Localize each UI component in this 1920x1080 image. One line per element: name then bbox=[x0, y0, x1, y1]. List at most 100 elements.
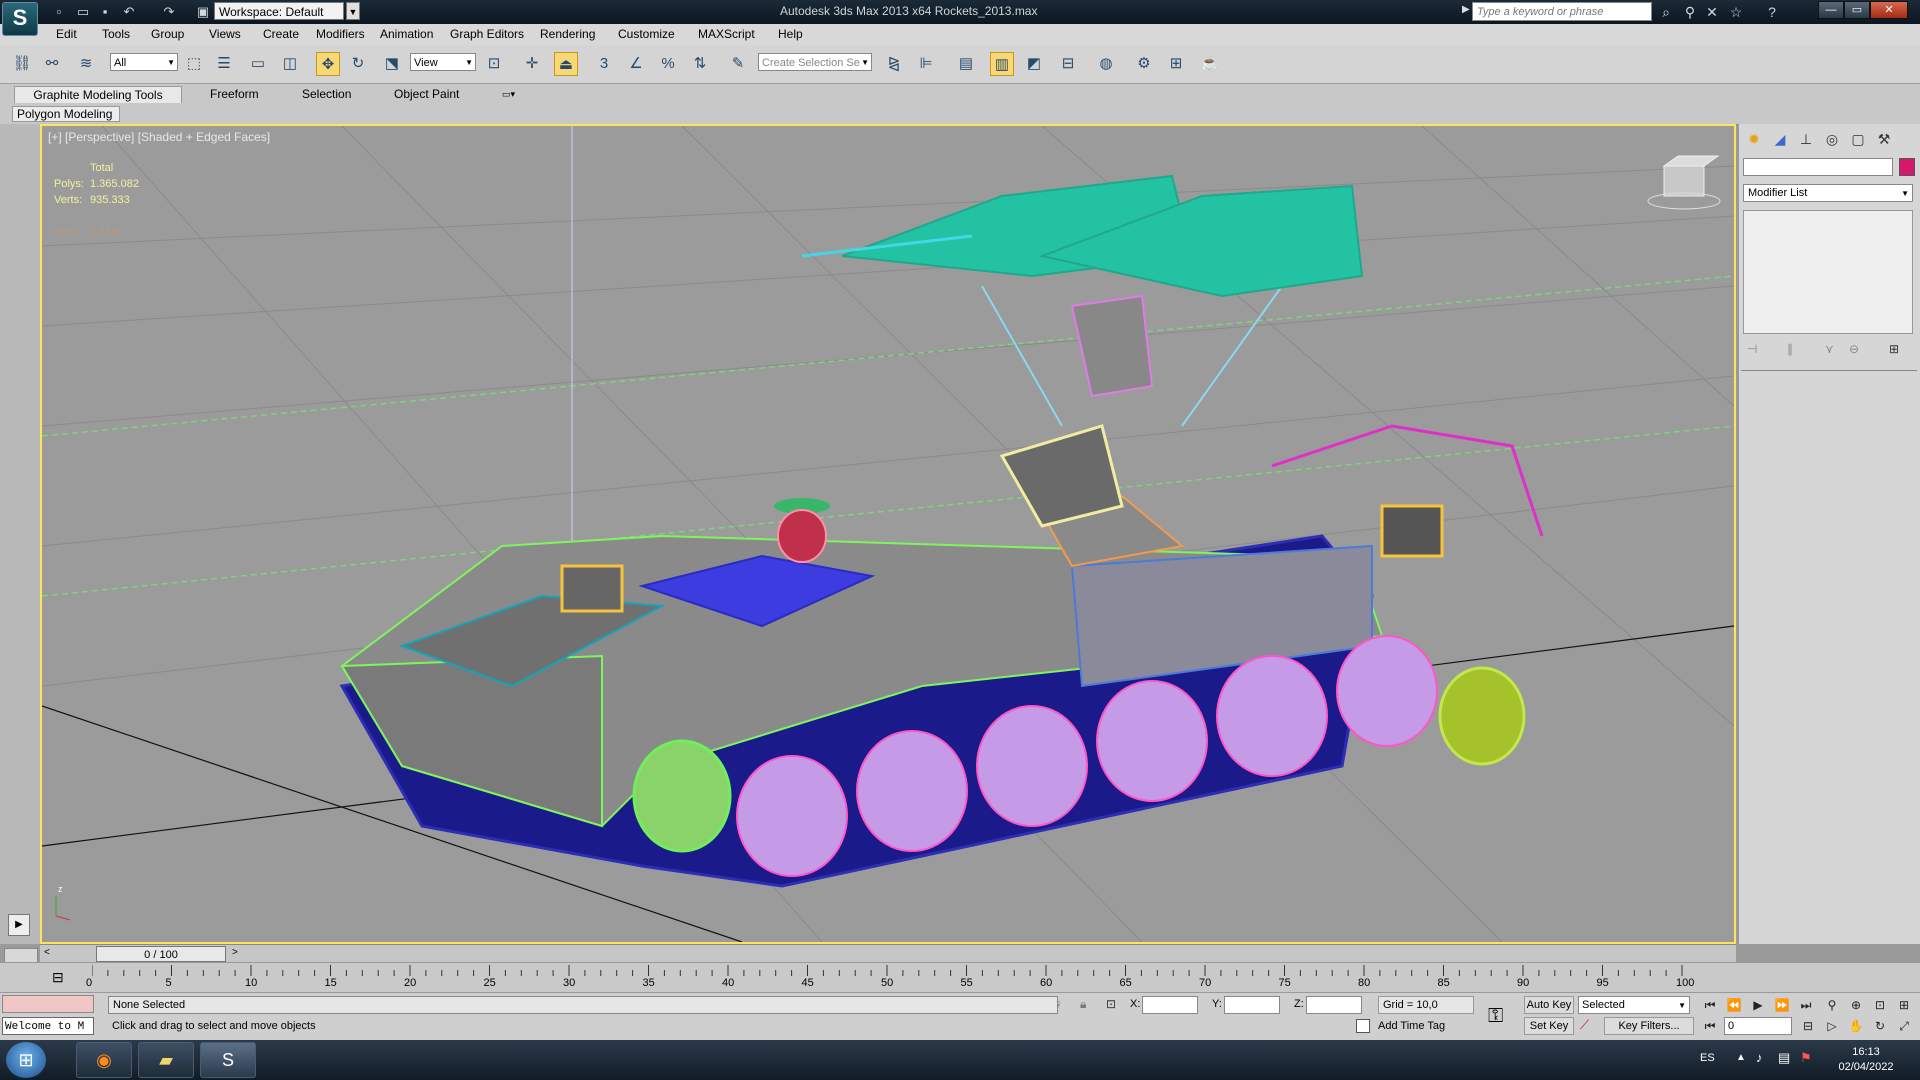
select-and-scale-icon[interactable]: ⬔ bbox=[380, 52, 404, 76]
selection-lock-icon[interactable]: 🔒︎ bbox=[1080, 997, 1086, 1012]
pivot-center-icon[interactable]: ⊡ bbox=[482, 52, 506, 76]
menu-edit[interactable]: Edit bbox=[56, 27, 77, 41]
menu-modifiers[interactable]: Modifiers bbox=[316, 27, 365, 41]
field-of-view-icon[interactable]: ▷ bbox=[1822, 1017, 1842, 1035]
maxscript-listener-input[interactable]: Welcome to M bbox=[2, 1017, 94, 1035]
unlink-icon[interactable]: ⚯ bbox=[40, 52, 64, 76]
orbit-icon[interactable]: ↻ bbox=[1870, 1017, 1890, 1035]
set-key-button[interactable]: Set Key bbox=[1524, 1017, 1574, 1035]
display-panel-icon[interactable]: ▢ bbox=[1847, 128, 1869, 150]
time-slider[interactable]: < 0 / 100 > bbox=[40, 944, 1736, 963]
menu-customize[interactable]: Customize bbox=[618, 27, 675, 41]
viewport-label[interactable]: [+] [Perspective] [Shaded + Edged Faces] bbox=[48, 130, 270, 144]
material-editor-icon[interactable]: ◍ bbox=[1094, 52, 1118, 76]
modify-panel-icon[interactable]: ◢ bbox=[1769, 128, 1791, 150]
key-selection-set-dropdown[interactable]: Selected ▼ bbox=[1578, 996, 1690, 1014]
key-mode-toggle-icon[interactable]: ⏮ bbox=[1700, 1017, 1720, 1035]
maxscript-listener-output[interactable] bbox=[2, 995, 94, 1013]
play-animation-icon[interactable]: ▶ bbox=[1748, 996, 1768, 1014]
modifier-stack[interactable] bbox=[1743, 210, 1913, 334]
tab-graphite-modeling-tools[interactable]: Graphite Modeling Tools bbox=[14, 86, 182, 103]
angle-snap-icon[interactable]: ∠ bbox=[624, 52, 648, 76]
curve-editor-open-icon[interactable]: ⊟ bbox=[52, 969, 64, 986]
menu-create[interactable]: Create bbox=[263, 27, 299, 41]
prev-frame-arrow-icon[interactable]: < bbox=[44, 947, 50, 958]
spinner-snap-icon[interactable]: ⇅ bbox=[688, 52, 712, 76]
undo-icon[interactable]: ↶ bbox=[120, 3, 138, 21]
tab-selection[interactable]: Selection bbox=[302, 87, 351, 101]
selection-filter-dropdown[interactable]: All ▼ bbox=[110, 53, 178, 71]
layer-manager-icon[interactable]: ▤ bbox=[954, 52, 978, 76]
close-button[interactable]: ✕ bbox=[1870, 1, 1908, 19]
maximize-button[interactable]: ▭ bbox=[1844, 1, 1870, 19]
object-color-swatch[interactable] bbox=[1899, 158, 1915, 176]
expand-arrow-icon[interactable]: ▶ bbox=[1462, 4, 1470, 15]
make-unique-icon[interactable]: ⋎ bbox=[1825, 342, 1834, 356]
perspective-viewport[interactable]: z [+] [Perspective] [Shaded + Edged Face… bbox=[40, 124, 1736, 944]
select-manipulate-icon[interactable]: ✛ bbox=[520, 52, 544, 76]
schematic-view-icon[interactable]: ⊟ bbox=[1056, 52, 1080, 76]
select-by-name-icon[interactable]: ☰ bbox=[212, 52, 236, 76]
favorites-star-icon[interactable]: ☆ bbox=[1726, 3, 1746, 21]
open-file-icon[interactable]: ▭ bbox=[74, 3, 92, 21]
pan-view-icon[interactable]: ✋ bbox=[1846, 1017, 1866, 1035]
next-frame-icon[interactable]: ⏩ bbox=[1772, 996, 1792, 1014]
volume-icon[interactable]: ♪ bbox=[1756, 1050, 1763, 1065]
modifier-list-dropdown[interactable]: Modifier List ▼ bbox=[1743, 184, 1913, 202]
start-button[interactable]: ⊞ bbox=[6, 1042, 46, 1078]
key-icon[interactable]: ⚿ bbox=[1488, 1005, 1503, 1028]
tab-object-paint[interactable]: Object Paint bbox=[394, 87, 459, 101]
binoculars-icon[interactable]: ⌕ bbox=[1656, 3, 1676, 21]
menu-views[interactable]: Views bbox=[209, 27, 241, 41]
configure-modifier-sets-icon[interactable]: ⊞ bbox=[1889, 342, 1899, 356]
project-folder-icon[interactable]: ▣ bbox=[194, 3, 212, 21]
track-bar[interactable]: ⊟ 0 5 10 15 20 25 30 35 40 45 50 55 60 65 70 75 80 85 90 95… bbox=[0, 962, 1920, 993]
menu-animation[interactable]: Animation bbox=[380, 27, 433, 41]
chevron-down-icon[interactable]: ▼ bbox=[346, 2, 360, 20]
rectangular-selection-icon[interactable]: ▭ bbox=[246, 52, 270, 76]
communication-center-icon[interactable]: ✕ bbox=[1702, 3, 1722, 21]
previous-frame-icon[interactable]: ⏪ bbox=[1724, 996, 1744, 1014]
network-icon[interactable]: ▤ bbox=[1778, 1050, 1790, 1066]
minimize-button[interactable]: — bbox=[1818, 1, 1844, 19]
bind-space-warp-icon[interactable]: ≋ bbox=[74, 52, 98, 76]
polygon-modeling-panel[interactable]: Polygon Modeling bbox=[12, 106, 120, 122]
zoom-all-icon[interactable]: ⊕ bbox=[1846, 996, 1866, 1014]
show-end-result-icon[interactable]: ∥ bbox=[1787, 342, 1793, 356]
search-input[interactable]: Type a keyword or phrase bbox=[1472, 2, 1652, 21]
z-coordinate-field[interactable] bbox=[1306, 996, 1362, 1014]
subscription-icon[interactable]: ⚲ bbox=[1680, 3, 1700, 21]
isolate-selection-icon[interactable]: ♀ bbox=[1054, 997, 1063, 1011]
menu-graph-editors[interactable]: Graph Editors bbox=[450, 27, 524, 41]
go-to-end-icon[interactable]: ⏭ bbox=[1796, 996, 1816, 1014]
action-center-icon[interactable]: ⚑ bbox=[1800, 1050, 1812, 1066]
default-in-out-tangent-icon[interactable]: ⟋ bbox=[1580, 1017, 1589, 1033]
input-language[interactable]: ES bbox=[1700, 1052, 1715, 1064]
remove-modifier-icon[interactable]: ⊖ bbox=[1849, 342, 1859, 356]
help-icon[interactable]: ? bbox=[1762, 3, 1782, 21]
play-maxscript-icon[interactable]: ▶ bbox=[8, 914, 30, 936]
menu-group[interactable]: Group bbox=[151, 27, 184, 41]
named-selection-sets-dropdown[interactable]: Create Selection Se ▼ bbox=[758, 53, 872, 71]
link-icon[interactable]: ⛓ bbox=[10, 52, 34, 76]
key-filters-button[interactable]: Key Filters... bbox=[1604, 1017, 1694, 1035]
new-file-icon[interactable]: ▫ bbox=[50, 3, 68, 21]
render-production-icon[interactable]: ☕ bbox=[1198, 52, 1222, 76]
add-time-tag-icon[interactable] bbox=[1356, 1019, 1370, 1033]
curve-editor-icon[interactable]: ◩ bbox=[1022, 52, 1046, 76]
menu-maxscript[interactable]: MAXScript bbox=[698, 27, 755, 41]
3ds-max-taskbar-icon[interactable]: S bbox=[200, 1042, 256, 1078]
rendered-frame-window-icon[interactable]: ⊞ bbox=[1164, 52, 1188, 76]
firefox-icon[interactable]: ◉ bbox=[76, 1042, 132, 1078]
system-clock[interactable]: 16:13 02/04/2022 bbox=[1818, 1045, 1914, 1075]
edit-named-selection-icon[interactable]: ✎ bbox=[726, 52, 750, 76]
graphite-toggle-icon[interactable]: ▥ bbox=[990, 52, 1014, 76]
next-frame-arrow-icon[interactable]: > bbox=[232, 947, 238, 958]
menu-tools[interactable]: Tools bbox=[102, 27, 130, 41]
align-icon[interactable]: ⊫ bbox=[914, 52, 938, 76]
app-logo-icon[interactable]: S bbox=[2, 2, 38, 36]
maximize-viewport-icon[interactable]: ⤢ bbox=[1894, 1017, 1914, 1035]
zoom-icon[interactable]: ⚲ bbox=[1822, 996, 1842, 1014]
select-object-icon[interactable]: ⬚ bbox=[182, 52, 206, 76]
save-icon[interactable]: ▪ bbox=[96, 3, 114, 21]
